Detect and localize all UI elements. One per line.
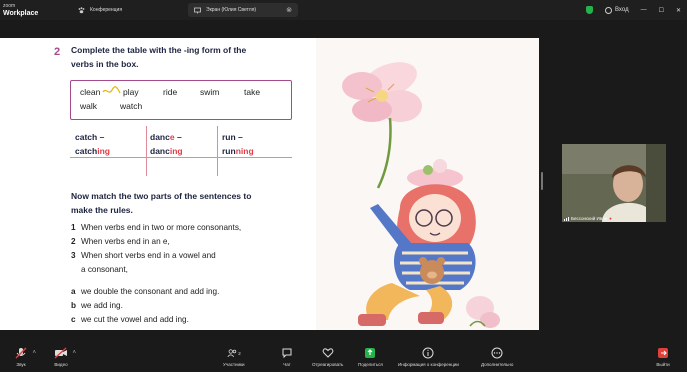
shield-icon[interactable] (586, 6, 593, 14)
rule-item: 3 When short verbs end in a vowel and (71, 251, 216, 260)
mic-muted-icon: ● (609, 216, 612, 221)
mic-muted-icon (14, 347, 28, 359)
signal-icon (564, 216, 569, 221)
exercise-number: 2 (54, 46, 61, 58)
share-icon (363, 347, 377, 359)
account-label: Вход (615, 7, 629, 13)
answer-item: a we double the consonant and add ing. (71, 287, 220, 296)
paw-icon (78, 6, 85, 14)
app-logo: zoom Workplace (0, 3, 58, 17)
leave-button[interactable]: Выйти (656, 347, 670, 367)
table-cell-catch: catch – catching (75, 132, 110, 156)
table-divider (146, 126, 147, 176)
box-word: walk (80, 101, 98, 111)
table-divider (217, 126, 218, 176)
match-instruction: Now match the two parts of the sentences… (71, 191, 252, 215)
participants-icon: 2 (227, 347, 241, 359)
chevron-up-icon[interactable]: ˄ (32, 350, 36, 356)
tab-label: Экран (Юлия Светля) (206, 7, 257, 13)
camera-off-icon (54, 347, 68, 359)
tab-meeting[interactable]: Конференция (72, 3, 182, 17)
chat-icon (280, 347, 294, 359)
box-word: clean (80, 87, 101, 97)
title-bar: zoom Workplace Конференция Экран (Юлия С… (0, 0, 687, 20)
share-screen-button[interactable]: Поделиться (358, 347, 383, 367)
tab-screen-share[interactable]: Экран (Юлия Светля) ⊗ (188, 3, 298, 17)
avatar-icon (605, 6, 612, 14)
participants-button[interactable]: 2 Участники (223, 347, 245, 367)
participant-photo (562, 144, 666, 222)
box-word: ride (163, 87, 178, 97)
react-button[interactable]: Отреагировать (312, 347, 343, 367)
rule-item: 1 When verbs end in two or more consonant… (71, 223, 242, 232)
account-button[interactable]: Вход (605, 6, 629, 14)
panel-resize-handle[interactable] (541, 172, 543, 190)
brand-main: Workplace (3, 10, 39, 17)
brand-top: zoom (3, 3, 16, 9)
chat-button[interactable]: Чат (280, 347, 294, 367)
heart-icon (321, 347, 335, 359)
tab-label: Конференция (90, 7, 123, 13)
rule-item: a consonant, (81, 265, 128, 274)
meeting-toolbar: Звук ˄ Видео ˄ 2 Участники Чат Отреагиро… (0, 344, 687, 372)
table-cell-run: run – running (222, 132, 254, 156)
participant-video[interactable]: Бессонский Иван ● (562, 144, 666, 222)
meeting-info-button[interactable]: Информация о конференции (398, 347, 459, 367)
box-word: take (244, 87, 261, 97)
close-window-icon[interactable]: ✕ (676, 7, 681, 14)
table-cell-dance: dance – dancing (150, 132, 183, 156)
video-button[interactable]: Видео ˄ (54, 347, 76, 367)
leave-icon (656, 347, 670, 359)
rule-item: 2 When verbs end in an e, (71, 237, 170, 246)
more-button[interactable]: Дополнительно (481, 347, 513, 367)
handwritten-annotation (102, 86, 121, 94)
participants-count: 2 (238, 350, 241, 356)
close-icon[interactable]: ⊗ (286, 6, 292, 14)
box-word: play (123, 87, 139, 97)
minimize-icon[interactable]: ― (641, 7, 647, 13)
chevron-up-icon[interactable]: ˄ (72, 350, 76, 356)
more-icon (490, 347, 504, 359)
box-word: swim (200, 87, 220, 97)
exercise-instruction: Complete the table with the -ing form of… (71, 45, 247, 69)
answer-item: b we add ing. (71, 301, 123, 310)
participant-name-label: Бессонский Иван ● (564, 216, 612, 221)
box-word: watch (120, 101, 143, 111)
girl-illustration (342, 62, 500, 328)
screen-icon (194, 7, 201, 14)
maximize-icon[interactable]: ☐ (659, 7, 664, 14)
info-icon (421, 347, 435, 359)
audio-button[interactable]: Звук ˄ (14, 347, 36, 367)
shared-screen: 2 Complete the table with the -ing form … (0, 38, 539, 330)
answer-item: c we cut the vowel and add ing. (71, 315, 189, 324)
